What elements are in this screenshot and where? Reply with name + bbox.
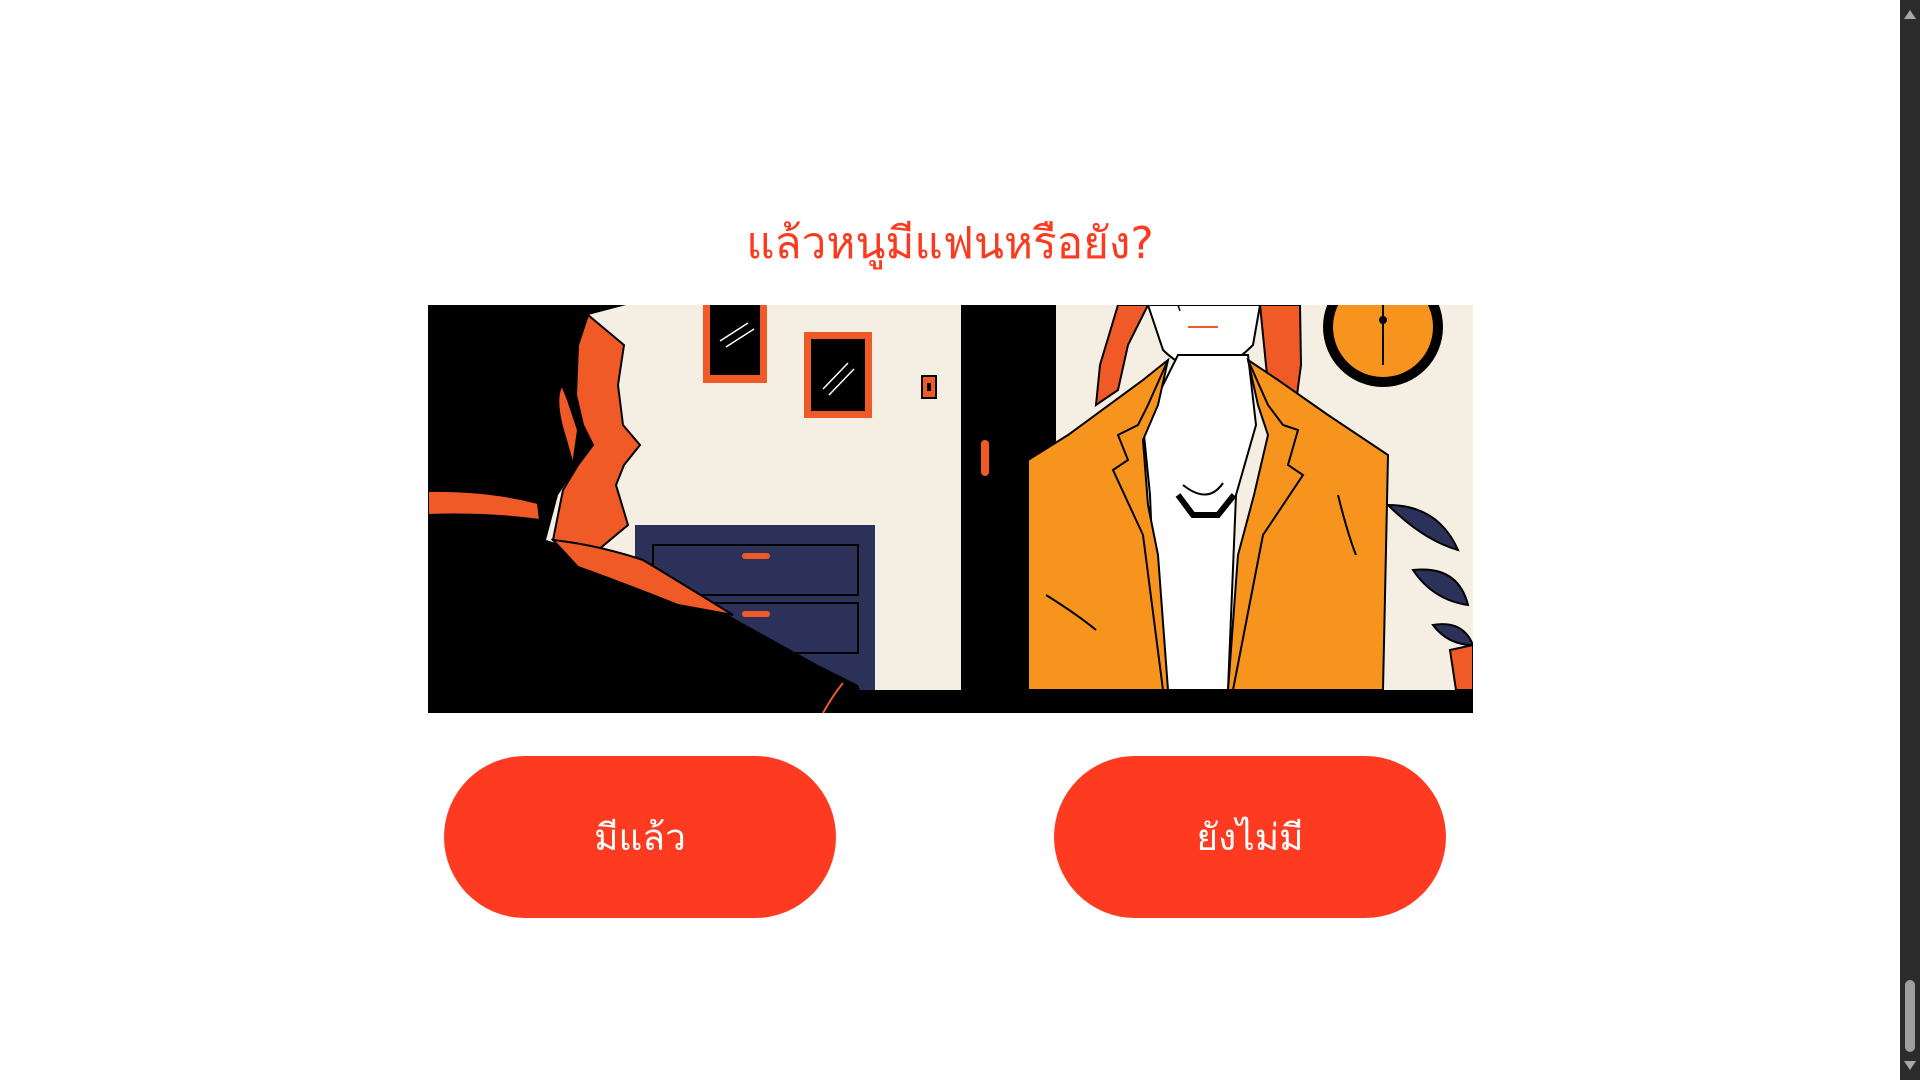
question-heading: แล้วหนูมีแฟนหรือยัง? bbox=[746, 218, 1154, 269]
no-button[interactable]: ยังไม่มี bbox=[1054, 756, 1446, 918]
scene-illustration bbox=[428, 305, 1473, 713]
yes-button[interactable]: มีแล้ว bbox=[444, 756, 836, 918]
scrollbar-thumb[interactable] bbox=[1905, 980, 1915, 1052]
scroll-up-arrow-icon[interactable] bbox=[1904, 10, 1916, 19]
scroll-down-arrow-icon[interactable] bbox=[1904, 1061, 1916, 1070]
page-viewport: แล้วหนูมีแฟนหรือยัง? มีแล้ว ยังไม่มี bbox=[0, 0, 1900, 1080]
vertical-scrollbar[interactable] bbox=[1900, 0, 1920, 1080]
